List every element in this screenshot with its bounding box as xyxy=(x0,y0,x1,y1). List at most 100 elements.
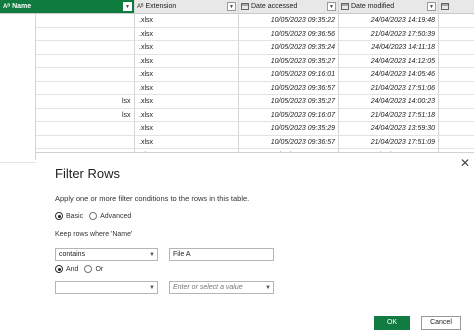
calendar-icon[interactable] xyxy=(341,2,349,12)
partial-column-cell xyxy=(438,136,474,149)
ok-button[interactable]: OK xyxy=(374,316,410,330)
name-cell-fragment xyxy=(120,55,134,68)
column-header-extension[interactable]: Aᴮ Extension ▼ xyxy=(134,0,238,14)
calendar-icon[interactable] xyxy=(441,2,449,12)
data-grid: Aᴮ Name ▼ Aᴮ Extension ▼ Date accessed ▼… xyxy=(0,0,474,163)
filter-dropdown-icon[interactable]: ▼ xyxy=(427,2,436,11)
date-accessed-cell: 10/05/2023 09:35:22 xyxy=(270,17,335,24)
table-row[interactable]: .xlsx 10/05/2023 09:36:57 21/04/2023 17:51… xyxy=(0,136,474,149)
date-accessed-cell: 10/05/2023 09:35:27 xyxy=(270,98,335,105)
chevron-down-icon: ▼ xyxy=(149,285,155,291)
date-modified-cell: 24/04/2023 14:12:05 xyxy=(370,57,435,65)
extension-cell: .xlsx xyxy=(139,44,153,51)
and-label: And xyxy=(66,265,79,273)
partial-column-cell xyxy=(438,28,474,41)
date-modified-cell: 24/04/2023 14:19:48 xyxy=(370,17,435,24)
dialog-description: Apply one or more filter conditions to t… xyxy=(55,194,250,203)
date-accessed-cell: 10/05/2023 09:35:24 xyxy=(270,44,335,51)
basic-label: Basic xyxy=(66,212,84,220)
table-row[interactable]: .xlsx 10/05/2023 09:35:29 24/04/2023 13:59… xyxy=(0,122,474,136)
cancel-button[interactable]: Cancel xyxy=(421,316,461,330)
advanced-label: Advanced xyxy=(100,212,132,220)
table-row[interactable]: lsx .xlsx 10/05/2023 09:35:27 24/04/2023 14… xyxy=(0,95,474,109)
or-radio[interactable] xyxy=(84,265,93,273)
column-header-label: Extension xyxy=(145,3,177,10)
and-radio[interactable] xyxy=(55,265,63,273)
table-row[interactable]: .xlsx 10/05/2023 09:35:27 24/04/2023 14:12… xyxy=(0,55,474,68)
partial-column-cell xyxy=(438,14,474,27)
keep-rows-label: Keep rows where 'Name' xyxy=(55,231,133,238)
chevron-down-icon: ▼ xyxy=(149,252,155,258)
partial-column-cell xyxy=(438,41,474,54)
filter-dropdown-icon[interactable]: ▼ xyxy=(123,2,132,11)
filter-rows-dialog: ✕ Filter Rows Apply one or more filter c… xyxy=(36,152,474,330)
value-input-1-text: File A xyxy=(173,251,191,258)
name-column-left-blank xyxy=(0,14,36,160)
table-row[interactable]: lsx .xlsx 10/05/2023 09:16:07 21/04/2023 17… xyxy=(0,109,474,122)
table-row[interactable]: .xlsx 10/05/2023 09:35:24 24/04/2023 14:11… xyxy=(0,41,474,55)
partial-column-cell xyxy=(438,55,474,68)
column-header-label: Name xyxy=(12,3,32,10)
chevron-down-icon: ▼ xyxy=(265,285,271,291)
partial-column-cell xyxy=(438,122,474,135)
date-accessed-cell: 10/05/2023 09:16:01 xyxy=(270,71,335,78)
table-row[interactable]: .xlsx 10/05/2023 09:36:57 21/04/2023 17:51… xyxy=(0,82,474,95)
value-input-2-placeholder: Enter or select a value xyxy=(173,284,243,291)
filter-dropdown-icon[interactable]: ▼ xyxy=(327,2,336,11)
date-modified-cell: 24/04/2023 14:00:23 xyxy=(370,98,435,105)
date-accessed-cell: 10/05/2023 09:36:56 xyxy=(270,30,335,38)
calendar-icon[interactable] xyxy=(241,2,249,12)
date-modified-cell: 21/04/2023 17:51:09 xyxy=(370,138,435,146)
or-label: Or xyxy=(95,265,104,273)
name-cell-fragment xyxy=(120,14,134,27)
value-input-1[interactable]: File A xyxy=(169,248,274,261)
or-option[interactable]: Or xyxy=(84,265,103,273)
and-option[interactable]: And xyxy=(55,265,78,273)
table-row[interactable]: .xlsx 10/05/2023 09:16:01 24/04/2023 14:05… xyxy=(0,68,474,82)
name-cell-fragment xyxy=(120,28,134,41)
name-cell-fragment xyxy=(120,122,134,135)
extension-cell: .xlsx xyxy=(139,125,153,132)
date-modified-cell: 24/04/2023 14:11:18 xyxy=(371,44,435,51)
advanced-option[interactable]: Advanced xyxy=(89,212,131,220)
date-modified-cell: 21/04/2023 17:51:06 xyxy=(370,84,435,92)
name-cell-fragment: lsx xyxy=(122,98,131,105)
column-header-name[interactable]: Aᴮ Name ▼ xyxy=(0,0,134,14)
basic-option[interactable]: Basic xyxy=(55,212,83,220)
date-modified-cell: 21/04/2023 17:50:39 xyxy=(370,30,435,38)
close-icon[interactable]: ✕ xyxy=(459,157,471,169)
advanced-radio[interactable] xyxy=(89,212,98,220)
date-accessed-cell: 10/05/2023 09:35:29 xyxy=(270,125,335,132)
name-cell-fragment xyxy=(120,68,134,81)
table-row[interactable]: .xlsx 10/05/2023 09:35:22 24/04/2023 14:19… xyxy=(0,14,474,28)
column-header-partial[interactable] xyxy=(438,0,474,14)
column-header-date-accessed[interactable]: Date accessed ▼ xyxy=(238,0,338,14)
date-accessed-cell: 10/05/2023 09:36:57 xyxy=(270,84,335,92)
date-accessed-cell: 10/05/2023 09:35:27 xyxy=(270,57,335,65)
dialog-title: Filter Rows xyxy=(55,166,121,181)
column-header-label: Date modified xyxy=(351,3,395,10)
date-modified-cell: 24/04/2023 14:05:46 xyxy=(370,71,435,78)
text-type-icon[interactable]: Aᴮ xyxy=(137,4,144,10)
table-row[interactable]: .xlsx 10/05/2023 09:36:56 21/04/2023 17:50… xyxy=(0,28,474,41)
name-cell-fragment xyxy=(120,82,134,95)
extension-cell: .xlsx xyxy=(139,84,153,92)
column-header-date-modified[interactable]: Date modified ▼ xyxy=(338,0,438,14)
operator-select-2[interactable]: ▼ xyxy=(55,281,158,294)
logic-radio-group: And Or xyxy=(55,265,109,273)
extension-cell: .xlsx xyxy=(139,71,153,78)
partial-column-cell xyxy=(438,82,474,95)
extension-cell: .xlsx xyxy=(139,98,153,105)
basic-radio[interactable] xyxy=(55,212,63,220)
extension-cell: .xlsx xyxy=(139,138,153,146)
operator-select-1[interactable]: contains ▼ xyxy=(55,248,158,261)
value-input-2[interactable]: Enter or select a value ▼ xyxy=(169,281,274,294)
operator-select-1-value: contains xyxy=(59,251,86,258)
mode-radio-group: Basic Advanced xyxy=(55,212,137,220)
power-query-window: Aᴮ Name ▼ Aᴮ Extension ▼ Date accessed ▼… xyxy=(0,0,474,330)
name-cell-fragment: lsx xyxy=(122,111,131,119)
text-type-icon[interactable]: Aᴮ xyxy=(3,4,10,10)
filter-dropdown-icon[interactable]: ▼ xyxy=(227,2,236,11)
date-accessed-cell: 10/05/2023 09:36:57 xyxy=(270,138,335,146)
column-header-label: Date accessed xyxy=(251,3,298,10)
